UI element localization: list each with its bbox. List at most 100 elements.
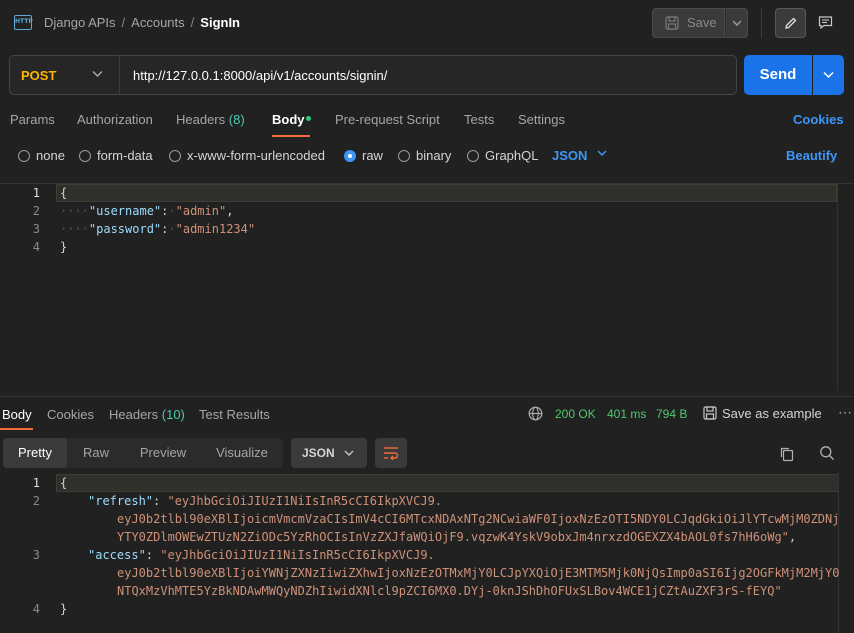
tab-tests[interactable]: Tests [464,112,494,127]
search-icon[interactable] [819,445,835,461]
line-number: 2 [32,494,40,508]
breadcrumb-collection[interactable]: Django APIs [44,15,116,30]
save-icon [703,406,717,420]
radio-button-icon [18,150,30,162]
body-format-select[interactable]: JSON [552,148,587,163]
json-key: "username" [88,204,162,218]
comments-button[interactable] [810,8,841,38]
code-line: "refresh": "eyJhbGciOiJIUzI1NiIsInR5cCI6… [88,494,443,508]
breadcrumb-folder[interactable]: Accounts [131,15,184,30]
response-tab-cookies[interactable]: Cookies [47,407,94,422]
send-options-button[interactable] [813,55,844,95]
more-options-icon[interactable]: ⋯ [838,404,852,421]
radio-button-icon [169,150,181,162]
radio-binary-label: binary [416,148,452,163]
code-line: { [60,186,68,200]
toolbar-divider [761,8,762,38]
code-line: ····"password":·"admin1234" [60,222,256,236]
code-line-wrapped: eyJ0b2tlbl90eXBlIjoiYWNjZXNzIiwiZXhwIjox… [117,566,840,580]
chevron-down-icon [92,70,103,78]
wrap-lines-button[interactable] [375,438,407,468]
body-modified-dot [306,116,311,121]
view-preview[interactable]: Preview [128,438,198,468]
tab-headers-count: (8) [228,112,245,127]
current-line-highlight [56,474,839,492]
active-tab-indicator [0,428,33,430]
url-text: http://127.0.0.1:8000/api/v1/accounts/si… [133,68,388,83]
radio-binary[interactable]: binary [398,148,451,163]
current-line-highlight [56,184,837,202]
tab-headers-label: Headers [176,112,226,127]
tab-headers[interactable]: Headers (8) [176,112,245,127]
edit-button[interactable] [775,8,806,38]
save-as-example-button[interactable]: Save as example [703,406,822,421]
chevron-down-icon [823,71,834,79]
json-key: "access" [88,548,146,562]
radio-none[interactable]: none [18,148,65,163]
tab-settings[interactable]: Settings [518,112,565,127]
chevron-down-icon [732,20,742,27]
view-raw[interactable]: Raw [72,438,120,468]
response-size[interactable]: 794 B [656,407,687,421]
wrap-icon [384,447,399,460]
code-line: } [60,602,68,616]
response-tab-test-results[interactable]: Test Results [199,407,270,422]
line-number: 4 [32,602,40,616]
tab-body[interactable]: Body [272,112,305,127]
response-status[interactable]: 200 OK [555,407,596,421]
breadcrumb-separator: / [190,15,195,30]
line-number: 2 [32,204,40,218]
save-dropdown-button[interactable] [725,8,748,38]
radio-selected-icon [344,150,356,162]
tab-params[interactable]: Params [10,112,55,127]
json-key: "password" [88,222,162,236]
save-icon [665,16,679,30]
radio-form-data[interactable]: form-data [79,148,153,163]
radio-button-icon [398,150,410,162]
line-number: 3 [32,222,40,236]
response-time[interactable]: 401 ms [607,407,646,421]
active-tab-indicator [272,135,310,137]
tab-pre-request-script[interactable]: Pre-request Script [335,112,440,127]
code-line: "access": "eyJhbGciOiJIUzI1NiIsInR5cCI6I… [88,548,435,562]
radio-form-data-label: form-data [97,148,153,163]
save-as-example-label: Save as example [722,406,822,421]
view-pretty[interactable]: Pretty [3,438,67,468]
cookies-link[interactable]: Cookies [793,112,844,127]
response-tab-headers-label: Headers [109,407,159,422]
json-string: "eyJhbGciOiJIUzI1NiIsInR5cCI6IkpXVCJ9. [160,548,435,562]
response-tab-body[interactable]: Body [2,407,32,422]
view-visualize[interactable]: Visualize [206,438,278,468]
radio-none-label: none [36,148,65,163]
breadcrumb: Django APIs / Accounts / SignIn [44,15,240,30]
beautify-link[interactable]: Beautify [786,148,837,163]
response-scrollbar[interactable] [838,472,854,633]
radio-urlencoded[interactable]: x-www-form-urlencoded [169,148,325,163]
editor-scrollbar[interactable] [837,183,854,390]
method-label: POST [21,68,57,83]
json-string: "eyJhbGciOiJIUzI1NiIsInR5cCI6IkpXVCJ9. [167,494,443,508]
save-button-label: Save [687,15,717,30]
save-button[interactable]: Save [652,8,725,38]
response-format-select[interactable]: JSON [291,438,367,468]
json-key: "refresh" [88,494,154,508]
code-line-wrapped: YTY0ZDlmOWEwZTUzN2ZiODc5YzRhOCIsInVzZXJf… [117,530,797,544]
breadcrumb-request-name[interactable]: SignIn [200,15,240,30]
json-string: "admin1234" [175,222,256,236]
http-request-icon: HTTP [14,15,33,30]
globe-icon[interactable] [528,406,543,421]
pencil-icon [785,17,797,29]
code-line-wrapped: NTQxMzVhMTE5YzBkNDAwMWQyNDZhIiwidXNlcl9p… [117,584,782,598]
response-tab-headers[interactable]: Headers (10) [109,407,185,422]
copy-icon[interactable] [779,446,795,462]
send-button[interactable]: Send [744,55,812,95]
response-divider[interactable] [0,396,854,397]
radio-button-icon [467,150,479,162]
line-number: 1 [32,186,40,200]
response-headers-count: (10) [161,407,185,422]
breadcrumb-separator: / [121,15,126,30]
radio-raw[interactable]: raw [344,148,383,163]
radio-graphql[interactable]: GraphQL [467,148,538,163]
tab-authorization[interactable]: Authorization [77,112,153,127]
comment-icon [818,16,833,30]
